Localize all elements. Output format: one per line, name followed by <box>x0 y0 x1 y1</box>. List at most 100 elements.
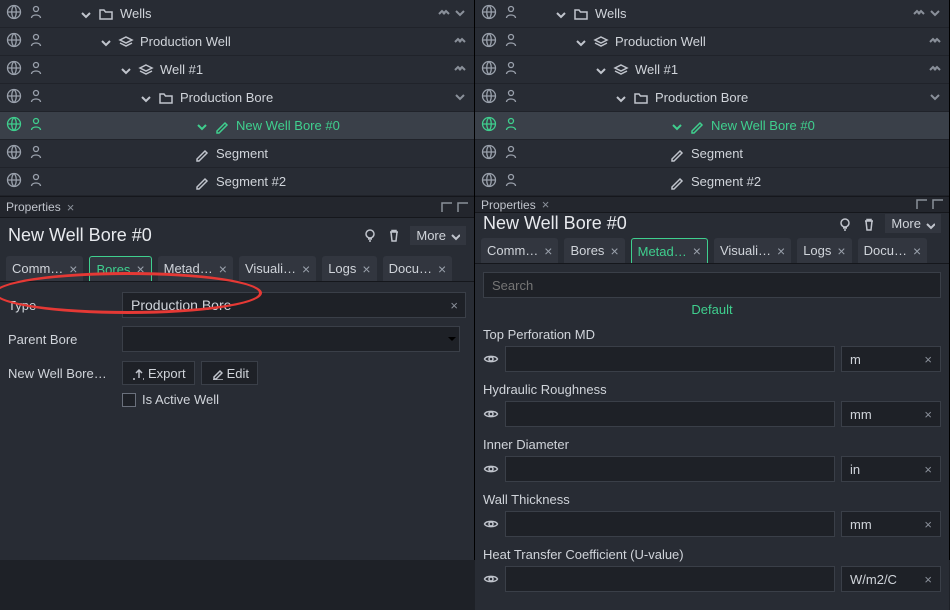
tree-item-wells[interactable]: Wells <box>475 0 949 28</box>
person-icon[interactable] <box>503 60 519 79</box>
clear-icon[interactable]: × <box>924 572 932 587</box>
collapse-all-icon[interactable] <box>436 5 450 22</box>
close-icon[interactable]: × <box>438 261 446 277</box>
person-icon[interactable] <box>28 32 44 51</box>
tab-metad[interactable]: Metad…× <box>631 238 708 263</box>
globe-icon[interactable] <box>6 172 22 191</box>
expand-icon[interactable] <box>452 5 466 22</box>
is-active-checkbox[interactable] <box>122 393 136 407</box>
unit-select[interactable]: in× <box>841 456 941 482</box>
person-icon[interactable] <box>503 172 519 191</box>
globe-icon[interactable] <box>481 88 497 107</box>
clear-icon[interactable]: × <box>924 352 932 367</box>
tab-comm[interactable]: Comm…× <box>6 256 83 281</box>
field-input[interactable] <box>505 566 835 592</box>
globe-icon[interactable] <box>6 60 22 79</box>
tree-item-production-well[interactable]: Production Well <box>475 28 949 56</box>
close-icon[interactable]: × <box>69 261 77 277</box>
more-button[interactable]: More <box>410 226 466 245</box>
chevron-down-icon[interactable] <box>98 35 112 49</box>
expand-icon[interactable] <box>927 5 941 22</box>
globe-icon[interactable] <box>481 32 497 51</box>
globe-icon[interactable] <box>6 116 22 135</box>
chevron-down-icon[interactable] <box>444 331 458 348</box>
tab-logs[interactable]: Logs× <box>797 238 851 263</box>
close-icon[interactable]: × <box>542 197 550 212</box>
tree-item-new-well-bore-0[interactable]: New Well Bore #0 <box>475 112 949 140</box>
clear-icon[interactable]: × <box>924 407 932 422</box>
maximize-icon[interactable] <box>456 200 468 215</box>
clear-icon[interactable]: × <box>924 517 932 532</box>
close-icon[interactable]: × <box>544 243 552 259</box>
maximize-icon[interactable] <box>931 197 943 212</box>
close-icon[interactable]: × <box>302 261 310 277</box>
field-input[interactable] <box>505 456 835 482</box>
tree-item-new-well-bore-0[interactable]: New Well Bore #0 <box>0 112 474 140</box>
eye-icon[interactable] <box>483 461 499 477</box>
tab-bores[interactable]: Bores× <box>564 238 624 263</box>
search-input[interactable] <box>483 272 941 298</box>
person-icon[interactable] <box>28 172 44 191</box>
window-icon[interactable] <box>440 200 452 215</box>
eye-icon[interactable] <box>483 516 499 532</box>
close-icon[interactable]: × <box>913 243 921 259</box>
tree-item-production-bore[interactable]: Production Bore <box>0 84 474 112</box>
globe-icon[interactable] <box>6 144 22 163</box>
chevron-down-icon[interactable] <box>78 7 92 21</box>
tab-bores[interactable]: Bores× <box>89 256 151 281</box>
tree-item-wells[interactable]: Wells <box>0 0 474 28</box>
person-icon[interactable] <box>503 32 519 51</box>
tree-item-segment[interactable]: Segment <box>475 140 949 168</box>
tree-item-well-1[interactable]: Well #1 <box>475 56 949 84</box>
clear-icon[interactable]: × <box>450 298 458 313</box>
tree-item-segment-2[interactable]: Segment #2 <box>0 168 474 196</box>
globe-icon[interactable] <box>481 4 497 23</box>
collapse-all-icon[interactable] <box>452 33 466 50</box>
unit-select[interactable]: mm× <box>841 401 941 427</box>
chevron-down-icon[interactable] <box>194 119 208 133</box>
parent-bore-select[interactable] <box>122 326 460 352</box>
bulb-icon[interactable] <box>362 227 378 243</box>
person-icon[interactable] <box>503 88 519 107</box>
field-input[interactable] <box>505 346 835 372</box>
tab-visuali[interactable]: Visuali…× <box>239 256 316 281</box>
collapse-all-icon[interactable] <box>927 61 941 78</box>
tree-item-segment[interactable]: Segment <box>0 140 474 168</box>
clear-icon[interactable]: × <box>924 462 932 477</box>
field-input[interactable] <box>505 511 835 537</box>
trash-icon[interactable] <box>861 216 877 232</box>
chevron-down-icon[interactable] <box>593 63 607 77</box>
tab-docu[interactable]: Docu…× <box>383 256 453 281</box>
person-icon[interactable] <box>503 116 519 135</box>
expand-icon[interactable] <box>927 89 941 106</box>
close-icon[interactable]: × <box>693 243 701 259</box>
collapse-all-icon[interactable] <box>927 33 941 50</box>
close-icon[interactable]: × <box>610 243 618 259</box>
tab-logs[interactable]: Logs× <box>322 256 376 281</box>
person-icon[interactable] <box>28 144 44 163</box>
globe-icon[interactable] <box>481 144 497 163</box>
eye-icon[interactable] <box>483 406 499 422</box>
close-icon[interactable]: × <box>67 200 75 215</box>
person-icon[interactable] <box>28 88 44 107</box>
globe-icon[interactable] <box>481 60 497 79</box>
edit-button[interactable]: Edit <box>201 361 258 385</box>
globe-icon[interactable] <box>6 4 22 23</box>
tab-comm[interactable]: Comm…× <box>481 238 558 263</box>
tree-item-production-well[interactable]: Production Well <box>0 28 474 56</box>
close-icon[interactable]: × <box>837 243 845 259</box>
close-icon[interactable]: × <box>362 261 370 277</box>
window-icon[interactable] <box>915 197 927 212</box>
chevron-down-icon[interactable] <box>118 63 132 77</box>
globe-icon[interactable] <box>6 32 22 51</box>
person-icon[interactable] <box>503 4 519 23</box>
eye-icon[interactable] <box>483 351 499 367</box>
tab-docu[interactable]: Docu…× <box>858 238 928 263</box>
chevron-down-icon[interactable] <box>573 35 587 49</box>
eye-icon[interactable] <box>483 571 499 587</box>
type-input[interactable] <box>122 292 466 318</box>
close-icon[interactable]: × <box>219 261 227 277</box>
tree-item-well-1[interactable]: Well #1 <box>0 56 474 84</box>
unit-select[interactable]: W/m2/C× <box>841 566 941 592</box>
person-icon[interactable] <box>28 60 44 79</box>
